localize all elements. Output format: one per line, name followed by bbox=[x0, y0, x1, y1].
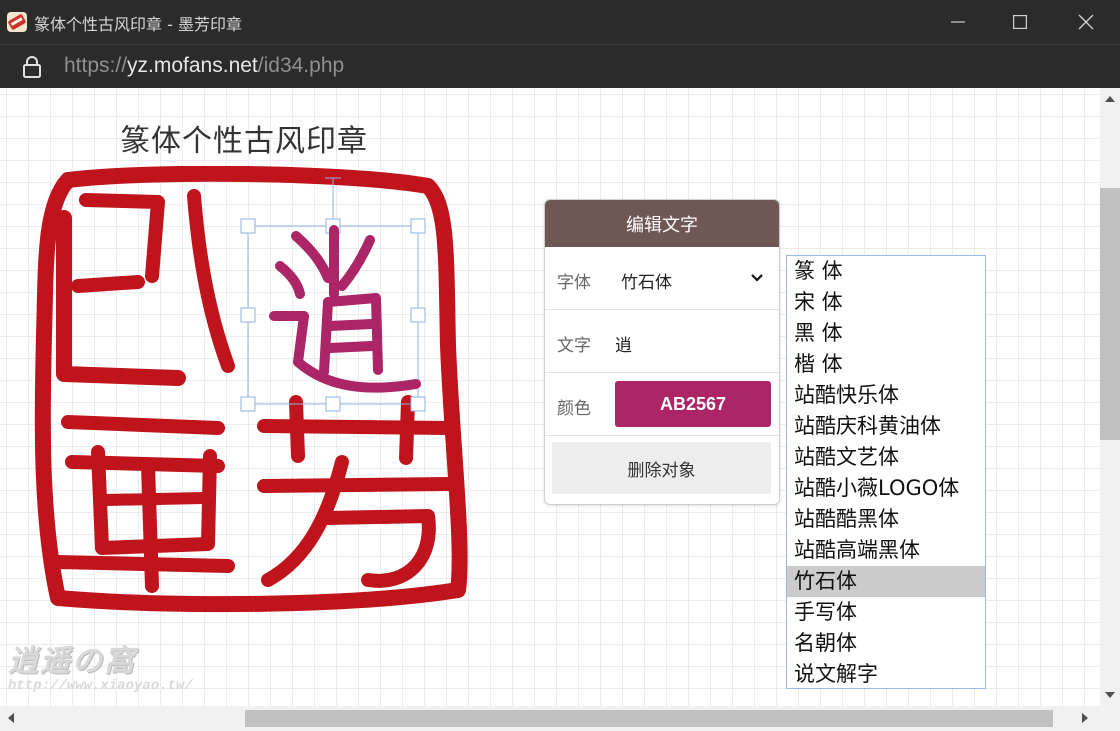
font-option[interactable]: 名朝体 bbox=[787, 628, 985, 659]
minimize-button[interactable] bbox=[930, 0, 986, 44]
close-icon bbox=[1078, 14, 1094, 30]
address-bar[interactable]: https://yz.mofans.net/id34.php bbox=[0, 44, 1120, 88]
panel-header: 编辑文字 bbox=[545, 200, 779, 247]
maximize-button[interactable] bbox=[992, 0, 1048, 44]
font-option[interactable]: 黑 体 bbox=[787, 318, 985, 349]
delete-object-button[interactable]: 删除对象 bbox=[552, 442, 771, 494]
font-option[interactable]: 宋 体 bbox=[787, 287, 985, 318]
chevron-down-icon[interactable] bbox=[750, 273, 764, 283]
font-option[interactable]: 手写体 bbox=[787, 597, 985, 628]
minimize-icon bbox=[951, 21, 965, 23]
font-option[interactable]: 站酷快乐体 bbox=[787, 380, 985, 411]
delete-row: 删除对象 bbox=[545, 436, 779, 498]
scroll-down-icon[interactable] bbox=[1104, 690, 1116, 700]
font-option[interactable]: 楷 体 bbox=[787, 349, 985, 380]
font-option[interactable]: 站酷小薇LOGO体 bbox=[787, 473, 985, 504]
font-select[interactable]: 竹石体 bbox=[621, 268, 672, 293]
font-option[interactable]: 站酷庆科黄油体 bbox=[787, 411, 985, 442]
color-label: 颜色 bbox=[557, 399, 591, 419]
font-option[interactable]: 站酷酷黑体 bbox=[787, 504, 985, 535]
text-input[interactable]: 逍 bbox=[615, 331, 632, 356]
font-option[interactable]: 竹石体 bbox=[787, 566, 985, 597]
maximize-icon bbox=[1013, 15, 1027, 29]
font-option[interactable]: 说文解字 bbox=[787, 659, 985, 688]
font-option[interactable]: 篆 体 bbox=[787, 256, 985, 287]
edit-text-panel: 编辑文字 字体 竹石体 文字 逍 颜色 AB2567 删除对象 bbox=[544, 199, 780, 505]
scroll-up-icon[interactable] bbox=[1104, 94, 1116, 104]
close-button[interactable] bbox=[1058, 0, 1114, 44]
font-label: 字体 bbox=[557, 273, 591, 293]
scrollbar-corner bbox=[1100, 706, 1120, 731]
window-title: 篆体个性古风印章 - 墨芳印章 bbox=[34, 15, 242, 34]
watermark-name: 逍遥の窩 bbox=[8, 644, 136, 679]
title-bar: 篆体个性古风印章 - 墨芳印章 bbox=[0, 0, 1120, 44]
url-text[interactable]: https://yz.mofans.net/id34.php bbox=[64, 54, 344, 78]
vertical-scroll-thumb[interactable] bbox=[1100, 188, 1120, 440]
app-icon bbox=[7, 12, 27, 32]
lock-icon bbox=[23, 56, 41, 78]
page-canvas: 篆体个性古风印章 编辑文字 字体 竹石体 文字 逍 颜色 AB2567 删除对象… bbox=[0, 88, 1100, 706]
watermark: 逍遥の窩 http://www.xiaoyao.tw/ bbox=[8, 636, 193, 694]
color-picker-button[interactable]: AB2567 bbox=[615, 381, 771, 427]
color-row: 颜色 AB2567 bbox=[545, 373, 779, 436]
font-dropdown-list[interactable]: 篆 体宋 体黑 体楷 体站酷快乐体 站酷庆科黄油体 站酷文艺体 站酷小薇LOGO体 站酷… bbox=[786, 255, 986, 689]
font-option[interactable]: 站酷高端黑体 bbox=[787, 535, 985, 566]
page-title: 篆体个性古风印章 bbox=[120, 124, 368, 159]
scroll-right-icon[interactable] bbox=[1080, 712, 1090, 724]
scroll-left-icon[interactable] bbox=[6, 712, 16, 724]
font-option[interactable]: 站酷文艺体 bbox=[787, 442, 985, 473]
watermark-url: http://www.xiaoyao.tw/ bbox=[8, 678, 193, 694]
text-label: 文字 bbox=[557, 336, 591, 356]
horizontal-scroll-thumb[interactable] bbox=[245, 710, 1053, 727]
text-row: 文字 逍 bbox=[545, 310, 779, 373]
font-row: 字体 竹石体 bbox=[545, 247, 779, 310]
seal-artwork[interactable] bbox=[28, 166, 478, 616]
